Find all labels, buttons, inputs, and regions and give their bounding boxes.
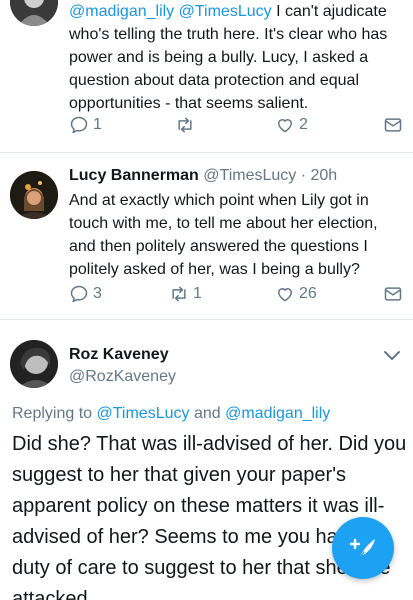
compose-button[interactable] [332,517,394,579]
compose-icon [349,538,375,560]
replying-prefix: Replying to [12,405,97,422]
reply-button[interactable]: 3 [69,283,102,305]
reply-icon [70,285,88,303]
reply-count: 3 [93,285,102,302]
like-button[interactable]: 26 [275,283,317,305]
retweet-icon [178,117,192,133]
separator: · [300,167,307,184]
retweet-count: 1 [193,285,202,302]
replying-to: Replying to @TimesLucy and @madigan_lily [12,405,330,423]
reply-button[interactable]: 1 [69,114,102,136]
replying-user-link[interactable]: @madigan_lily [225,405,330,422]
author-handle[interactable]: @RozKaveney [69,368,176,386]
avatar[interactable] [10,0,58,26]
retweet-icon [172,286,186,302]
replying-user-link[interactable]: @TimesLucy [97,405,190,422]
timestamp[interactable]: 20h [311,167,338,184]
author-handle[interactable]: @TimesLucy [203,167,296,184]
reply-count: 1 [93,116,102,133]
avatar[interactable] [10,171,58,219]
like-count: 26 [299,285,317,302]
dm-icon [384,287,402,301]
chevron-down-icon[interactable] [383,350,401,362]
replying-and: and [189,405,226,422]
retweet-button[interactable]: 1 [169,283,202,305]
reply-icon [70,116,88,134]
retweet-button[interactable] [175,114,199,136]
dm-button[interactable] [383,283,403,305]
author-name[interactable]: Lucy Bannerman [69,167,199,184]
dm-icon [384,118,402,132]
dm-button[interactable] [383,114,403,136]
like-icon [278,119,292,133]
avatar[interactable] [10,340,58,388]
author-name[interactable]: Roz Kaveney [69,346,169,364]
tweet-text: @madigan_lily @TimesLucy I can't ajudica… [69,0,401,115]
like-count: 2 [299,116,308,133]
tweet-2[interactable]: Lucy Bannerman @TimesLucy · 20h And at e… [0,153,413,318]
tweet-1[interactable]: @madigan_lily @TimesLucy I can't ajudica… [0,0,413,150]
tweet-text: And at exactly which point when Lily got… [69,192,378,278]
tweet-mentions[interactable]: @madigan_lily @TimesLucy [69,3,272,20]
like-button[interactable]: 2 [275,114,308,136]
like-icon [278,288,292,302]
